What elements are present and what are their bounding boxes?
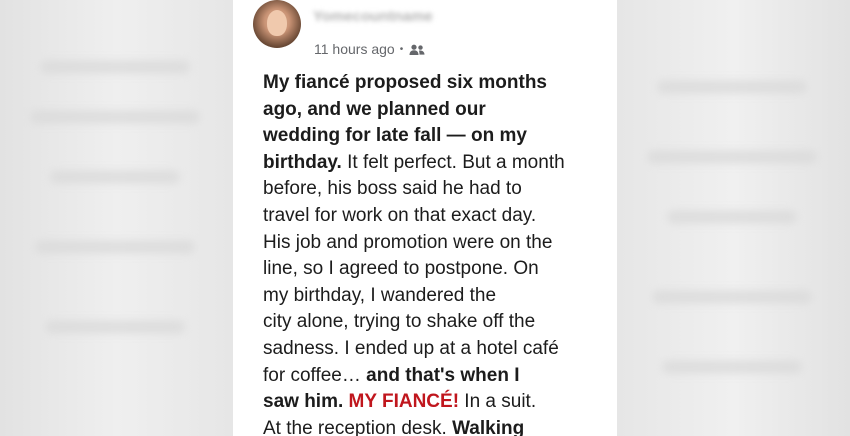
post-text-line: ago, and we planned our xyxy=(263,97,593,124)
post-text: city alone, trying to shake off the xyxy=(263,311,536,333)
highlighted-text: MY FIANCÉ! xyxy=(348,391,460,413)
post-text: It felt perfect. But a month xyxy=(341,151,565,173)
post-card: Yomecountname 11 hours ago • My fiancé p… xyxy=(233,0,617,436)
post-text-line: My fiancé proposed six months xyxy=(263,70,593,97)
post-text-line: for coffee… and that's when I xyxy=(263,363,593,390)
post-header: Yomecountname 11 hours ago • xyxy=(253,0,613,60)
post-text: line, so I agreed to postpone. On xyxy=(263,258,539,280)
post-text: At the reception desk. xyxy=(263,417,453,436)
post-text: travel for work on that exact day. xyxy=(263,204,537,226)
bold-text: My fiancé proposed six months xyxy=(263,72,547,93)
post-text: for coffee… xyxy=(263,364,367,386)
blurred-background-left xyxy=(0,0,233,436)
bold-text: ago, and we planned our xyxy=(263,98,486,120)
bold-text: wedding for late fall — on my xyxy=(263,125,527,147)
post-text: before, his boss said he had to xyxy=(263,178,522,200)
post-text-line: At the reception desk. Walking xyxy=(263,416,593,436)
post-text-line: saw him. MY FIANCÉ! In a suit. xyxy=(263,389,593,416)
post-text-line: line, so I agreed to postpone. On xyxy=(263,256,593,283)
avatar[interactable] xyxy=(253,0,301,48)
post-timestamp[interactable]: 11 hours ago xyxy=(314,41,395,57)
bold-text: birthday. xyxy=(263,151,342,173)
post-text-line: city alone, trying to shake off the xyxy=(263,309,593,336)
post-text-line: birthday. It felt perfect. But a month xyxy=(263,150,593,177)
post-text-line: wedding for late fall — on my xyxy=(263,123,593,150)
post-text: In a suit. xyxy=(459,391,537,413)
post-text-line: travel for work on that exact day. xyxy=(263,203,593,230)
post-text: my birthday, I wandered the xyxy=(263,284,497,306)
post-meta: 11 hours ago • xyxy=(314,41,425,57)
bold-text: saw him. xyxy=(263,391,349,413)
post-text-line: His job and promotion were on the xyxy=(263,230,593,257)
bold-text: and that's when I xyxy=(366,364,520,386)
avatar-face xyxy=(267,10,287,36)
post-text-line: before, his boss said he had to xyxy=(263,176,593,203)
post-text-line: sadness. I ended up at a hotel café xyxy=(263,336,593,363)
screenshot-stage: Yomecountname 11 hours ago • My fiancé p… xyxy=(0,0,850,436)
post-body: My fiancé proposed six months ago, and we… xyxy=(263,70,593,436)
author-name[interactable]: Yomecountname xyxy=(313,8,497,25)
bold-text: Walking xyxy=(452,417,525,436)
friends-icon[interactable] xyxy=(409,43,425,55)
post-text-line: my birthday, I wandered the xyxy=(263,283,593,310)
blurred-background-right xyxy=(617,0,850,436)
post-text: sadness. I ended up at a hotel café xyxy=(263,337,559,359)
meta-separator: • xyxy=(399,43,404,55)
post-text: His job and promotion were on the xyxy=(263,231,553,253)
